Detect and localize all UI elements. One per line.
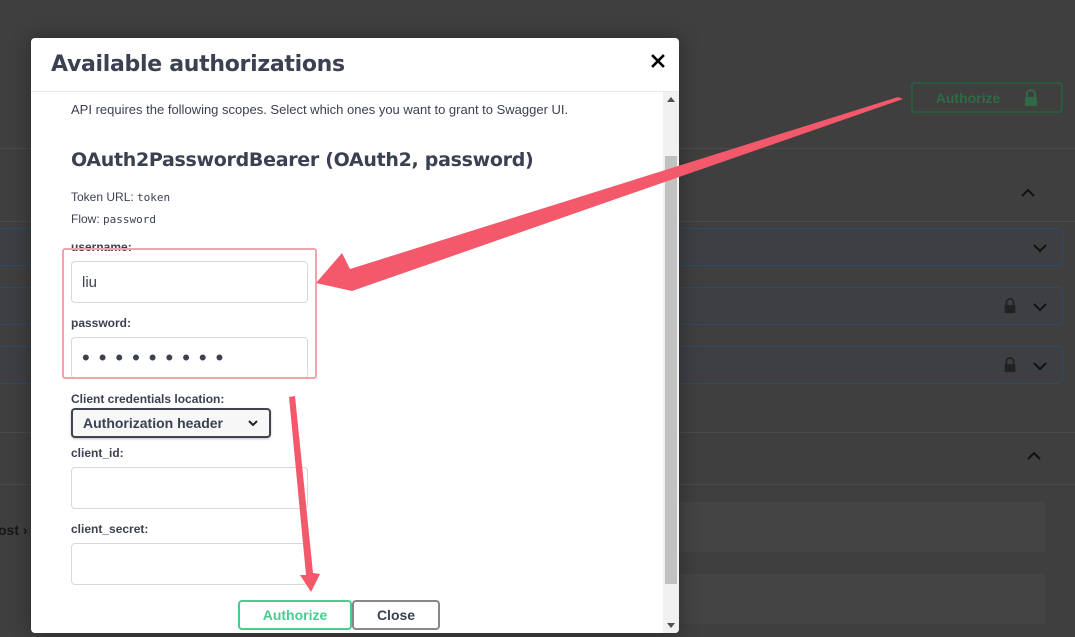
modal-title: Available authorizations [51, 52, 345, 77]
flow-value: password [103, 213, 156, 226]
client-location-label: Client credentials location: [71, 392, 225, 406]
credentials-highlight [62, 248, 317, 379]
flow-label: Flow: [71, 212, 100, 226]
scrollbar[interactable] [663, 92, 679, 633]
token-url: Token URL: token [71, 190, 170, 204]
authorization-modal: Available authorizations API requires th… [31, 38, 679, 633]
authorize-button[interactable]: Authorize [238, 600, 352, 630]
chevron-up-icon[interactable] [1020, 185, 1036, 201]
auth-scheme-title: OAuth2PasswordBearer (OAuth2, password) [71, 149, 534, 171]
lock-icon[interactable] [1002, 298, 1018, 314]
client-location-select[interactable]: Authorization header [71, 408, 271, 438]
client-location-value: Authorization header [83, 415, 224, 431]
background-authorize-button[interactable]: Authorize [911, 82, 1063, 113]
client-secret-label: client_secret: [71, 522, 149, 536]
chevron-down-icon[interactable] [1032, 358, 1048, 374]
scroll-thumb[interactable] [665, 156, 677, 584]
token-url-label: Token URL: [71, 190, 134, 204]
chevron-down-icon[interactable] [1032, 240, 1048, 256]
background-schema-label: ost › [0, 522, 28, 538]
client-id-input[interactable] [71, 467, 308, 509]
background-panel [679, 574, 1045, 624]
close-button[interactable]: Close [352, 600, 440, 630]
lock-icon[interactable] [1002, 357, 1018, 373]
scroll-down-arrow-icon[interactable] [667, 623, 675, 628]
background-authorize-label: Authorize [935, 89, 1001, 106]
close-icon[interactable] [651, 54, 665, 68]
modal-body: API requires the following scopes. Selec… [31, 92, 663, 633]
scope-description: API requires the following scopes. Selec… [71, 102, 569, 117]
lock-icon [1025, 88, 1038, 106]
flow: Flow: password [71, 212, 156, 226]
background-panel [679, 502, 1045, 552]
client-secret-input[interactable] [71, 543, 308, 585]
chevron-down-icon[interactable] [1032, 299, 1048, 315]
client-id-label: client_id: [71, 446, 124, 460]
chevron-up-icon[interactable] [1026, 448, 1042, 464]
chevron-down-icon [248, 420, 258, 427]
token-url-value: token [137, 191, 171, 204]
scroll-up-arrow-icon[interactable] [667, 97, 675, 102]
modal-header: Available authorizations [31, 38, 679, 92]
